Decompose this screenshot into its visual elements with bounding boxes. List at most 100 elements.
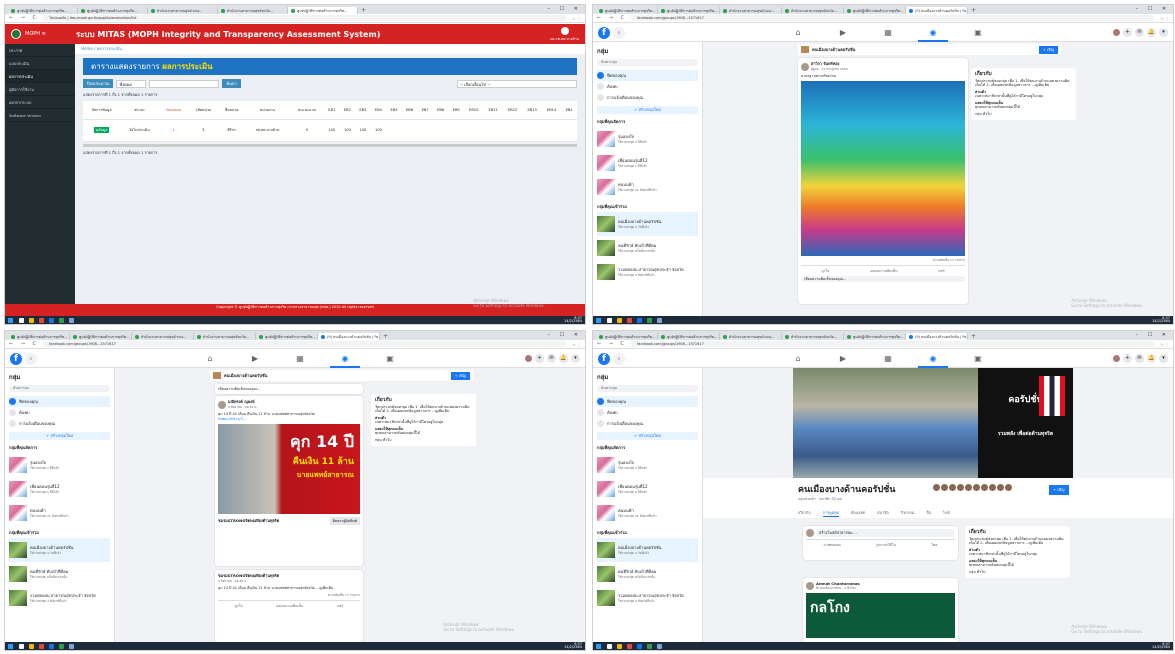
taskbar-app-icon[interactable] [29,643,34,649]
search-button[interactable]: ค้นหา [222,79,241,88]
photo-button[interactable]: รูปภาพ/วิดีโอ [876,542,896,548]
browser-tab[interactable]: ศูนย์ปฏิบัติการต่อต้านการทุจริต... [658,7,720,14]
extensions-icon[interactable]: ☆ ⋮ [1160,342,1169,347]
year-select[interactable]: ทั้งหมด [116,79,147,88]
taskbar-app-icon[interactable] [19,643,24,649]
group-item[interactable]: รวมพลอสม.สาธารณสุขประจำ จังหวัด ใช้งานล่า… [9,586,110,610]
marketplace-icon[interactable]: ▦ [873,24,903,42]
follow-button[interactable]: ติดตามผู้จัดพิมพ์ [329,517,360,525]
create-icon[interactable]: + [535,354,544,363]
profile-avatar[interactable] [1113,29,1120,36]
nav-arrows-icon[interactable]: ← → C [9,15,39,21]
group-item[interactable]: คนเมืองบางด้านคอรัปชั่น ใช้งานล่าสุด 4 วั… [9,538,110,562]
group-tab[interactable]: การพูดคุย [822,510,839,517]
group-item[interactable]: คนบนฟ้า ใช้งานล่าสุด 21 สัปดาห์ที่แล้ว [9,501,110,525]
like-button[interactable]: ถูกใจ [821,268,829,274]
group-item[interactable]: รุ่นลองใจ ใช้งานล่าสุด 2 ปีที่แล้ว [9,453,110,477]
home-icon[interactable]: ⌂ [783,350,813,368]
sidebar-menu-item[interactable]: ค้นพบ [597,407,698,418]
url-field[interactable]: ไม่ปลอดภัย | itas.moph.go.th/app/ita/eva… [43,15,567,21]
taskbar-app-icon[interactable] [69,643,74,649]
group-item[interactable]: รวมพลอสม.สาธารณสุขประจำ จังหวัด ใช้งานล่า… [597,586,698,610]
sidebar-menu-item[interactable]: การแจ้งเตือนของคุณ [9,418,110,429]
taskbar-app-icon[interactable] [19,317,24,323]
comment-count[interactable]: ความคิดเห็น 17 รายการ [801,258,965,263]
sidebar-menu-item[interactable]: ค้นพบ [597,81,698,92]
sidebar-menu-item[interactable]: ฟีดของคุณ [597,396,698,407]
search-icon[interactable]: ⌕ [613,352,625,365]
url-field[interactable]: facebook.com/groups/1908...1571617 [43,341,567,347]
poll-button[interactable]: โพล [931,542,937,548]
messenger-icon[interactable]: ✉ [547,354,556,363]
browser-tab[interactable]: สำนักงานสาธารณสุขอำเภอ... [720,333,782,340]
avatar[interactable] [218,400,226,409]
sidebar-item-forms[interactable]: แบบประเมิน [5,57,75,70]
windows-start-icon[interactable] [8,643,13,649]
news-caption[interactable]: ชมรมSTRONGจิตพอเพียงต้านทุจริต [218,518,279,524]
browser-tab-active[interactable]: ศูนย์ปฏิบัติการต่อต้านการทุจริต... [288,7,358,14]
gaming-icon[interactable]: ▣ [963,24,993,42]
sidebar-menu-item[interactable]: การแจ้งเตือนของคุณ [597,92,698,103]
taskbar-app-icon[interactable] [49,317,54,323]
brand[interactable]: MOPH ≡ [25,31,46,37]
browser-tab[interactable]: สำนักงานสาธารณสุขอำเภอ... [720,7,782,14]
marketplace-icon[interactable]: ▦ [285,350,315,368]
nav-arrows-icon[interactable]: ← → C [597,341,627,347]
group-item[interactable]: คนบนฟ้า ใช้งานล่าสุด 21 สัปดาห์ที่แล้ว [597,175,698,199]
group-item[interactable]: คนที่รักษ์ ทับเป้าที่ดีคม ใช้งานล่าสุด คร… [597,236,698,260]
group-tab[interactable]: กิจกรรม [901,510,914,517]
sidebar-item-announce[interactable]: ประกาศ [5,44,75,57]
extensions-icon[interactable]: ☆ ⋮ [572,16,581,21]
clock[interactable]: 9:37 14/2/2564 [1152,642,1170,650]
group-item[interactable]: คนเมืองบางด้านคอรัปชั่น ใช้งานล่าสุด 4 วั… [597,212,698,236]
taskbar-app-icon[interactable] [607,643,612,649]
windows-start-icon[interactable] [596,317,601,323]
browser-tab[interactable]: (9) คนเมืองบางด้านคอรัปชั่น | Fa... [906,333,968,340]
profile-avatar[interactable] [525,355,532,362]
group-item[interactable]: รวมพลอสม.สาธารณสุขประจำ จังหวัด ใช้งานล่า… [597,260,698,284]
create-group-button[interactable]: + สร้างกลุ่มใหม่ [597,432,698,440]
notifications-icon[interactable]: 🔔 [559,354,568,363]
nav-arrows-icon[interactable]: ← → C [597,15,627,21]
invite-button[interactable]: + เชิญ [1049,485,1069,495]
watch-icon[interactable]: ▶ [828,350,858,368]
facebook-logo-icon[interactable]: f [598,352,610,365]
group-tab[interactable]: สมาชิก [877,510,889,517]
extensions-icon[interactable]: ☆ ⋮ [1160,16,1169,21]
new-tab-button[interactable]: + [383,333,388,340]
taskbar-app-icon[interactable] [29,317,34,323]
avatar[interactable] [806,582,814,590]
sidebar-menu-item[interactable]: ฟีดของคุณ [9,396,110,407]
new-tab-button[interactable]: + [971,7,976,14]
facebook-logo-icon[interactable]: f [598,26,610,39]
live-button[interactable]: ถ่ายทอดสด [824,542,841,548]
account-menu-icon[interactable]: ▾ [1159,28,1168,37]
browser-tab[interactable]: ศูนย์ปฏิบัติการต่อต้านการทุจริต... [596,7,658,14]
gaming-icon[interactable]: ▣ [375,350,405,368]
create-group-button[interactable]: + สร้างกลุ่มใหม่ [597,106,698,114]
browser-tab[interactable]: ศูนย์ปฏิบัติการต่อต้านการทุจริต... [256,333,318,340]
groups-icon[interactable]: ◉ [918,350,948,368]
browser-tab[interactable]: สำนักงานสาธารณสุขจังหวัด... [218,7,288,14]
group-item[interactable]: เพื่อนตอนรุ่นที่12 ใช้งานล่าสุด 5 ปีที่แล… [597,477,698,501]
taskbar-app-icon[interactable] [69,317,74,323]
browser-tab[interactable]: สำนักงานสาธารณสุขจังหวัด... [194,333,256,340]
taskbar-app-icon[interactable] [59,317,64,323]
infographic-image[interactable] [801,80,965,256]
taskbar-app-icon[interactable] [637,643,642,649]
profile-avatar[interactable] [1113,355,1120,362]
watch-icon[interactable]: ▶ [828,24,858,42]
browser-tab[interactable]: ศูนย์ปฏิบัติการต่อต้านการทุจริต... [596,333,658,340]
avatar[interactable] [801,62,809,71]
taskbar-app-icon[interactable] [647,643,652,649]
horizontal-scrollbar[interactable] [83,143,577,147]
taskbar-app-icon[interactable] [49,643,54,649]
create-group-button[interactable]: + สร้างกลุ่มใหม่ [9,432,110,440]
extensions-icon[interactable]: ☆ ⋮ [572,342,581,347]
group-item[interactable]: เพื่อนตอนรุ่นที่12 ใช้งานล่าสุด 5 ปีที่แล… [9,477,110,501]
url-field[interactable]: facebook.com/groups/1908...1571617 [631,15,1155,21]
home-icon[interactable]: ⌂ [783,24,813,42]
comment-button[interactable]: แสดงความคิดเห็น [870,268,897,274]
sidebar-menu-item[interactable]: ฟีดของคุณ [597,70,698,81]
group-name[interactable]: คนเมืองบางด้านคอรัปชั่น [224,372,267,379]
